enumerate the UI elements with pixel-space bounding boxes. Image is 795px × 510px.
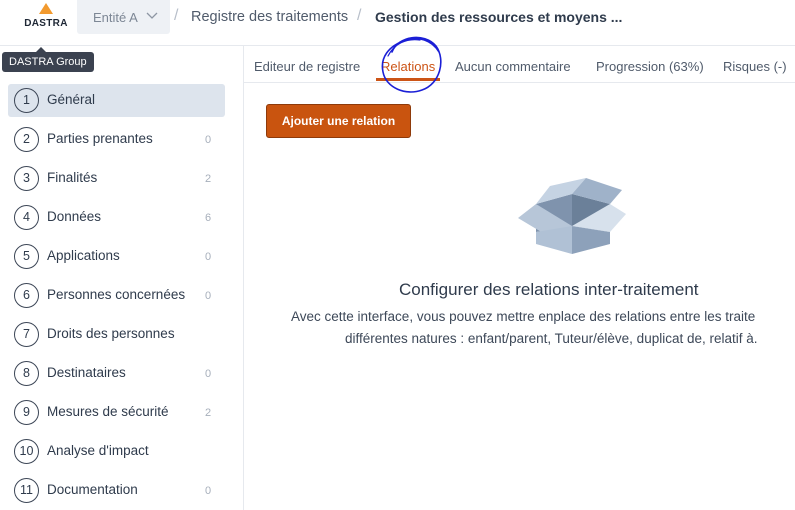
step-number: 6 bbox=[14, 283, 39, 308]
tab-bar: Editeur de registre Relations Aucun comm… bbox=[244, 46, 795, 83]
sidebar-item-count: 0 bbox=[205, 485, 212, 497]
sidebar-item-mesures-de-securite[interactable]: 9 Mesures de sécurité 2 bbox=[8, 396, 225, 429]
sidebar-item-donnees[interactable]: 4 Données 6 bbox=[8, 201, 225, 234]
tab-relations[interactable]: Relations bbox=[381, 59, 435, 74]
step-number: 4 bbox=[14, 205, 39, 230]
step-number: 1 bbox=[14, 88, 39, 113]
step-number: 11 bbox=[14, 478, 39, 503]
sidebar-item-documentation[interactable]: 11 Documentation 0 bbox=[8, 474, 225, 507]
add-relation-button[interactable]: Ajouter une relation bbox=[266, 104, 411, 138]
step-number: 5 bbox=[14, 244, 39, 269]
sidebar-item-label: Général bbox=[47, 92, 96, 107]
sidebar-item-label: Analyse d'impact bbox=[47, 443, 149, 458]
active-tab-indicator bbox=[376, 78, 440, 81]
breadcrumb-separator: / bbox=[174, 7, 179, 24]
step-number: 10 bbox=[14, 439, 39, 464]
step-number: 8 bbox=[14, 361, 39, 386]
step-number: 3 bbox=[14, 166, 39, 191]
chevron-down-icon bbox=[146, 12, 158, 19]
sidebar-item-label: Documentation bbox=[47, 482, 138, 497]
sidebar-item-count: 0 bbox=[205, 251, 212, 263]
sidebar-item-label: Destinataires bbox=[47, 365, 126, 380]
sidebar-item-label: Applications bbox=[47, 248, 120, 263]
entity-select-value: Entité A bbox=[93, 10, 138, 25]
sidebar-item-label: Parties prenantes bbox=[47, 131, 153, 146]
sidebar: 1 Général 2 Parties prenantes 0 3 Finali… bbox=[0, 46, 244, 510]
empty-state-description: différentes natures : enfant/parent, Tut… bbox=[345, 331, 758, 346]
tab-editeur-de-registre[interactable]: Editeur de registre bbox=[254, 59, 360, 74]
step-number: 9 bbox=[14, 400, 39, 425]
breadcrumb-current: Gestion des ressources et moyens ... bbox=[375, 9, 623, 25]
sidebar-item-personnes-concernees[interactable]: 6 Personnes concernées 0 bbox=[8, 279, 225, 312]
logo-tooltip: DASTRA Group bbox=[2, 47, 94, 72]
sidebar-item-parties-prenantes[interactable]: 2 Parties prenantes 0 bbox=[8, 123, 225, 156]
sidebar-item-applications[interactable]: 5 Applications 0 bbox=[8, 240, 225, 273]
empty-box-icon bbox=[518, 178, 626, 254]
top-bar: DASTRA Entité A / Registre des traitemen… bbox=[0, 0, 795, 46]
step-number: 2 bbox=[14, 127, 39, 152]
sidebar-item-label: Personnes concernées bbox=[47, 287, 186, 302]
tab-risques[interactable]: Risques (-) bbox=[723, 59, 787, 74]
sidebar-item-count: 0 bbox=[205, 290, 212, 302]
sidebar-item-finalites[interactable]: 3 Finalités 2 bbox=[8, 162, 225, 195]
tab-commentaires[interactable]: Aucun commentaire bbox=[455, 59, 571, 74]
sidebar-item-label: Droits des personnes bbox=[47, 326, 175, 341]
sidebar-item-general[interactable]: 1 Général bbox=[8, 84, 225, 117]
dastra-logo-icon[interactable]: DASTRA bbox=[24, 3, 68, 33]
sidebar-item-label: Données bbox=[47, 209, 102, 224]
logo-text: DASTRA bbox=[24, 18, 68, 29]
sidebar-item-label: Finalités bbox=[47, 170, 98, 185]
logo-triangle bbox=[39, 3, 53, 14]
sidebar-item-droits-des-personnes[interactable]: 7 Droits des personnes bbox=[8, 318, 225, 351]
step-number: 7 bbox=[14, 322, 39, 347]
tab-progression[interactable]: Progression (63%) bbox=[596, 59, 704, 74]
sidebar-item-count: 0 bbox=[205, 134, 212, 146]
sidebar-item-label: Mesures de sécurité bbox=[47, 404, 169, 419]
sidebar-item-count: 2 bbox=[205, 173, 212, 185]
sidebar-item-count: 0 bbox=[205, 368, 212, 380]
breadcrumb-separator: / bbox=[357, 7, 362, 24]
sidebar-item-count: 2 bbox=[205, 407, 212, 419]
empty-state-description: Avec cette interface, vous pouvez mettre… bbox=[291, 309, 756, 324]
sidebar-item-count: 6 bbox=[205, 212, 212, 224]
entity-select[interactable]: Entité A bbox=[77, 0, 170, 34]
sidebar-item-destinataires[interactable]: 8 Destinataires 0 bbox=[8, 357, 225, 390]
sidebar-item-analyse-d-impact[interactable]: 10 Analyse d'impact bbox=[8, 435, 225, 468]
breadcrumb-register[interactable]: Registre des traitements bbox=[191, 9, 348, 25]
empty-state-title: Configurer des relations inter-traitemen… bbox=[399, 280, 699, 299]
